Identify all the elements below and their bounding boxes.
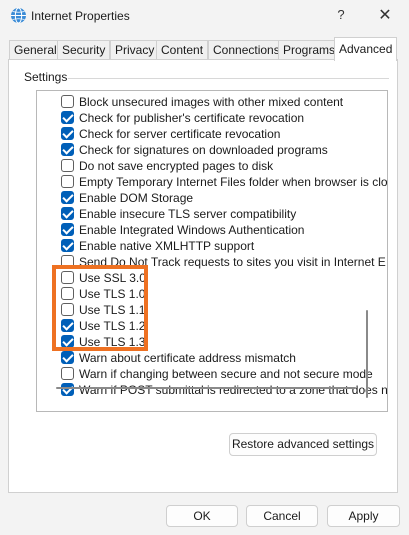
horizontal-scrollbar-thumb[interactable]: [56, 387, 356, 389]
checkbox[interactable]: [61, 383, 74, 396]
setting-label: Check for publisher's certificate revoca…: [79, 111, 305, 125]
checkbox[interactable]: [61, 367, 74, 380]
checkbox[interactable]: [61, 223, 74, 236]
tab-content[interactable]: Content: [156, 40, 209, 60]
window-title: Internet Properties: [31, 9, 130, 23]
setting-label: Warn if POST submittal is redirected to …: [79, 383, 388, 397]
setting-label: Block unsecured images with other mixed …: [79, 95, 344, 109]
setting-label: Empty Temporary Internet Files folder wh…: [79, 175, 388, 189]
checkbox[interactable]: [61, 239, 74, 252]
internet-explorer-icon: [11, 7, 26, 24]
setting-label: Enable native XMLHTTP support: [79, 239, 255, 253]
help-button[interactable]: ?: [330, 4, 352, 26]
tab-privacy[interactable]: Privacy: [110, 40, 160, 60]
setting-label: Enable Integrated Windows Authentication: [79, 223, 305, 237]
settings-group-label: Settings: [23, 70, 69, 84]
setting-label: Warn about certificate address mismatch: [79, 351, 296, 365]
close-button[interactable]: ✕: [372, 4, 398, 28]
setting-label: Enable DOM Storage: [79, 191, 194, 205]
tab-advanced[interactable]: Advanced: [334, 37, 398, 61]
checkbox[interactable]: [61, 351, 74, 364]
checkbox[interactable]: [61, 159, 74, 172]
tab-programs[interactable]: Programs: [278, 40, 341, 60]
checkbox[interactable]: [61, 191, 74, 204]
tab-general[interactable]: General: [9, 40, 62, 60]
setting-label: Check for server certificate revocation: [79, 127, 281, 141]
restore-advanced-settings-button[interactable]: Restore advanced settings: [229, 433, 377, 456]
checkbox[interactable]: [61, 127, 74, 140]
setting-label: Warn if changing between secure and not …: [79, 367, 373, 381]
checkbox[interactable]: [61, 111, 74, 124]
checkbox[interactable]: [61, 175, 74, 188]
ok-button[interactable]: OK: [166, 505, 238, 527]
setting-label: Enable insecure TLS server compatibility: [79, 207, 297, 221]
cancel-button[interactable]: Cancel: [246, 505, 318, 527]
vertical-scrollbar-thumb[interactable]: [366, 310, 368, 398]
tab-connections[interactable]: Connections: [208, 40, 285, 60]
checkbox[interactable]: [61, 95, 74, 108]
checkbox[interactable]: [61, 207, 74, 220]
title-bar: Internet Properties ? ✕: [0, 0, 409, 32]
tls-options-highlight-box: [52, 265, 148, 351]
settings-group-divider: [68, 78, 389, 79]
apply-button[interactable]: Apply: [327, 505, 400, 527]
checkbox[interactable]: [61, 143, 74, 156]
tab-security[interactable]: Security: [57, 40, 111, 60]
settings-list[interactable]: Block unsecured images with other mixed …: [36, 90, 388, 412]
setting-label: Do not save encrypted pages to disk: [79, 159, 274, 173]
setting-label: Check for signatures on downloaded progr…: [79, 143, 328, 157]
